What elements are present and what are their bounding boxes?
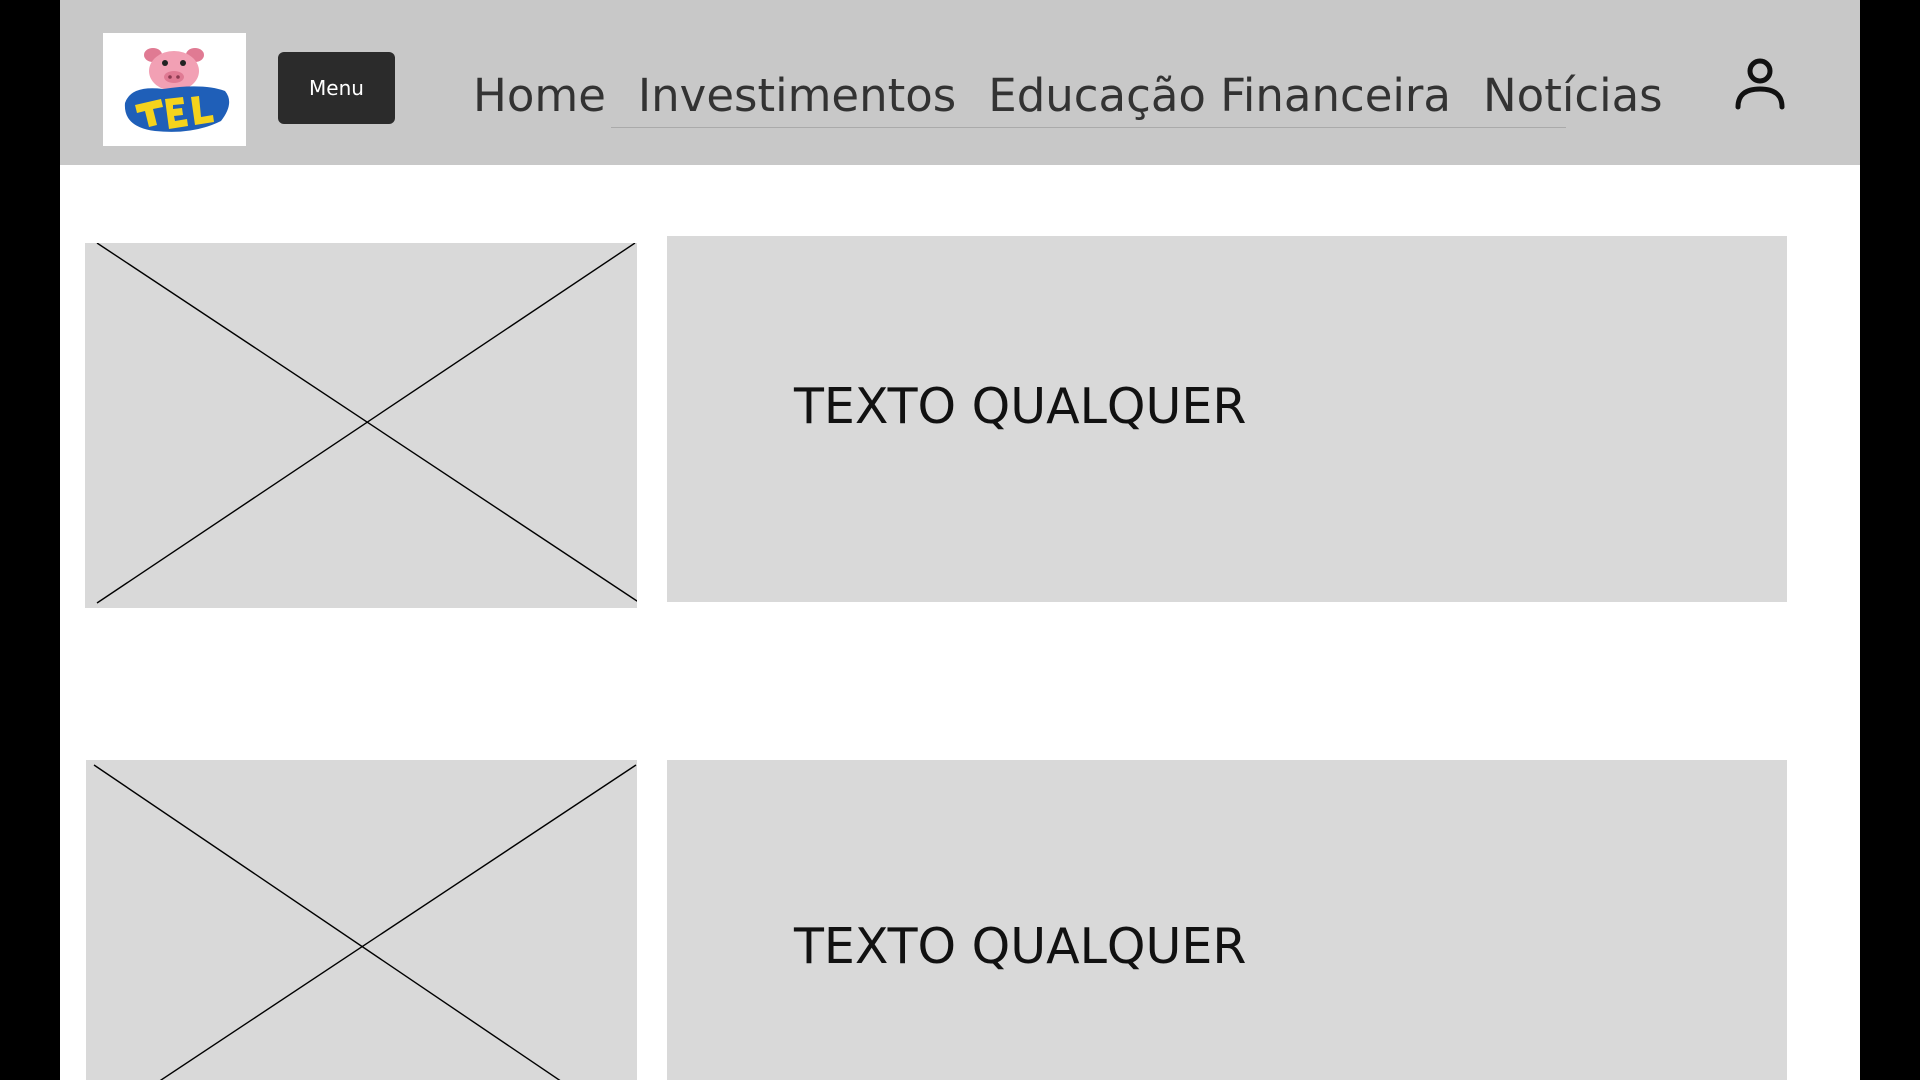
header-bar: Menu Home Investimentos Educação Finance… bbox=[60, 0, 1860, 165]
logo[interactable] bbox=[103, 33, 246, 146]
nav-item-educacao-financeira[interactable]: Educação Financeira bbox=[988, 60, 1451, 132]
menu-button[interactable]: Menu bbox=[278, 52, 395, 124]
nav-item-noticias[interactable]: Notícias bbox=[1483, 60, 1663, 132]
image-placeholder-icon bbox=[96, 243, 637, 604]
text-card: TEXTO QUALQUER bbox=[667, 760, 1787, 1080]
user-icon[interactable] bbox=[1730, 55, 1790, 115]
nav-item-investimentos[interactable]: Investimentos bbox=[638, 60, 956, 132]
pig-logo-icon bbox=[124, 48, 230, 132]
image-placeholder-icon bbox=[93, 764, 637, 1080]
image-placeholder bbox=[85, 243, 637, 608]
nav-item-home[interactable]: Home bbox=[473, 60, 606, 132]
main-nav: Home Investimentos Educação Financeira N… bbox=[473, 60, 1695, 132]
card-text: TEXTO QUALQUER bbox=[794, 918, 1247, 975]
nav-underline bbox=[611, 127, 1566, 128]
image-placeholder bbox=[86, 760, 637, 1080]
card-text: TEXTO QUALQUER bbox=[794, 378, 1247, 435]
page-frame: Menu Home Investimentos Educação Finance… bbox=[60, 0, 1860, 1080]
text-card: TEXTO QUALQUER bbox=[667, 236, 1787, 602]
